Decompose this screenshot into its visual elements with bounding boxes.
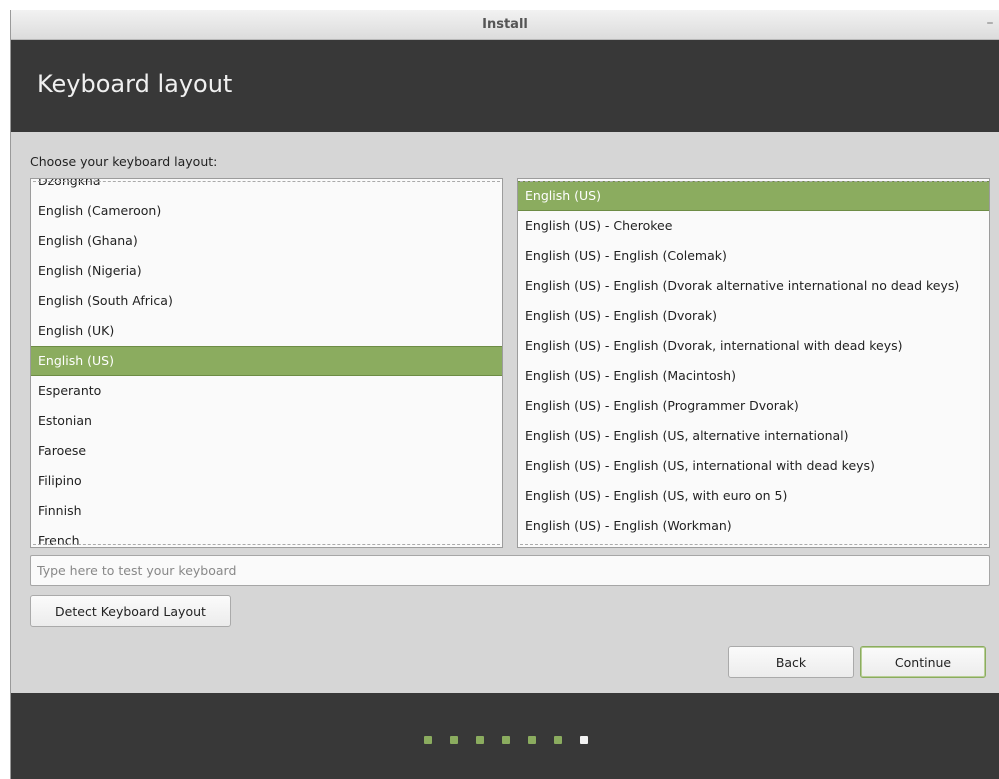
variant-list-item[interactable]: English (US) - English (Dvorak, internat… <box>518 331 989 361</box>
variant-list-item[interactable]: English (US) - English (Dvorak alternati… <box>518 271 989 301</box>
window-title: Install <box>482 17 528 32</box>
layout-list-item[interactable]: Filipino <box>31 466 502 496</box>
variant-list-item[interactable]: English (US) - English (US, alternative … <box>518 421 989 451</box>
progress-dot <box>450 736 458 744</box>
variant-list-item[interactable]: English (US) - English (Workman) <box>518 511 989 541</box>
progress-dot <box>476 736 484 744</box>
variant-list-item[interactable]: English (US) - English (Macintosh) <box>518 361 989 391</box>
continue-button[interactable]: Continue <box>860 646 986 678</box>
layout-list-rows: Dzongkha English (Cameroon) English (Ghana… <box>31 179 502 547</box>
variant-list-item[interactable]: English (US) - English (US, internationa… <box>518 451 989 481</box>
list-bottom-edge <box>33 544 500 545</box>
progress-dots <box>424 736 588 744</box>
layout-prompt: Choose your keyboard layout: <box>30 154 218 169</box>
progress-dot <box>528 736 536 744</box>
progress-dot-current <box>580 736 588 744</box>
variant-list-item[interactable]: English (US) - English (Programmer Dvora… <box>518 391 989 421</box>
layout-list-item[interactable]: Esperanto <box>31 376 502 406</box>
layout-list-item[interactable]: English (UK) <box>31 316 502 346</box>
list-bottom-edge <box>520 544 987 545</box>
title-bar[interactable]: Install – <box>11 10 999 40</box>
progress-dot <box>424 736 432 744</box>
installer-window: Install – Keyboard layout Choose your ke… <box>10 10 999 779</box>
layout-list-item[interactable]: English (Nigeria) <box>31 256 502 286</box>
list-top-edge <box>33 181 500 182</box>
variant-list-item[interactable]: English (US) - English (Colemak) <box>518 241 989 271</box>
variant-list-item[interactable]: English (US) - English (US, with euro on… <box>518 481 989 511</box>
layout-list-item[interactable]: English (South Africa) <box>31 286 502 316</box>
layout-list-item[interactable]: English (Ghana) <box>31 226 502 256</box>
layout-list-item[interactable]: Estonian <box>31 406 502 436</box>
layout-list[interactable]: Dzongkha English (Cameroon) English (Ghana… <box>30 178 503 548</box>
variant-list-item[interactable]: English (US) - Cherokee <box>518 211 989 241</box>
layout-list-item[interactable]: Finnish <box>31 496 502 526</box>
page-header: Keyboard layout <box>11 40 999 132</box>
layout-list-item[interactable]: Faroese <box>31 436 502 466</box>
list-top-edge <box>520 181 987 182</box>
page-title: Keyboard layout <box>37 70 233 98</box>
variant-list-item[interactable]: English (US) <box>518 181 989 211</box>
detect-layout-button[interactable]: Detect Keyboard Layout <box>30 595 231 627</box>
layout-list-item[interactable]: English (Cameroon) <box>31 196 502 226</box>
minimize-icon[interactable]: – <box>983 15 997 33</box>
variant-list-item[interactable]: English (US) - English (Dvorak) <box>518 301 989 331</box>
progress-footer <box>11 693 999 779</box>
progress-dot <box>554 736 562 744</box>
progress-dot <box>502 736 510 744</box>
main-content: Choose your keyboard layout: Dzongkha Eng… <box>11 132 999 693</box>
back-button[interactable]: Back <box>728 646 854 678</box>
layout-list-item[interactable]: English (US) <box>31 346 502 376</box>
keyboard-test-input[interactable] <box>30 555 990 586</box>
variant-list[interactable]: English (US) English (US) - Cherokee Engli… <box>517 178 990 548</box>
variant-list-rows: English (US) English (US) - Cherokee Engli… <box>518 181 989 541</box>
